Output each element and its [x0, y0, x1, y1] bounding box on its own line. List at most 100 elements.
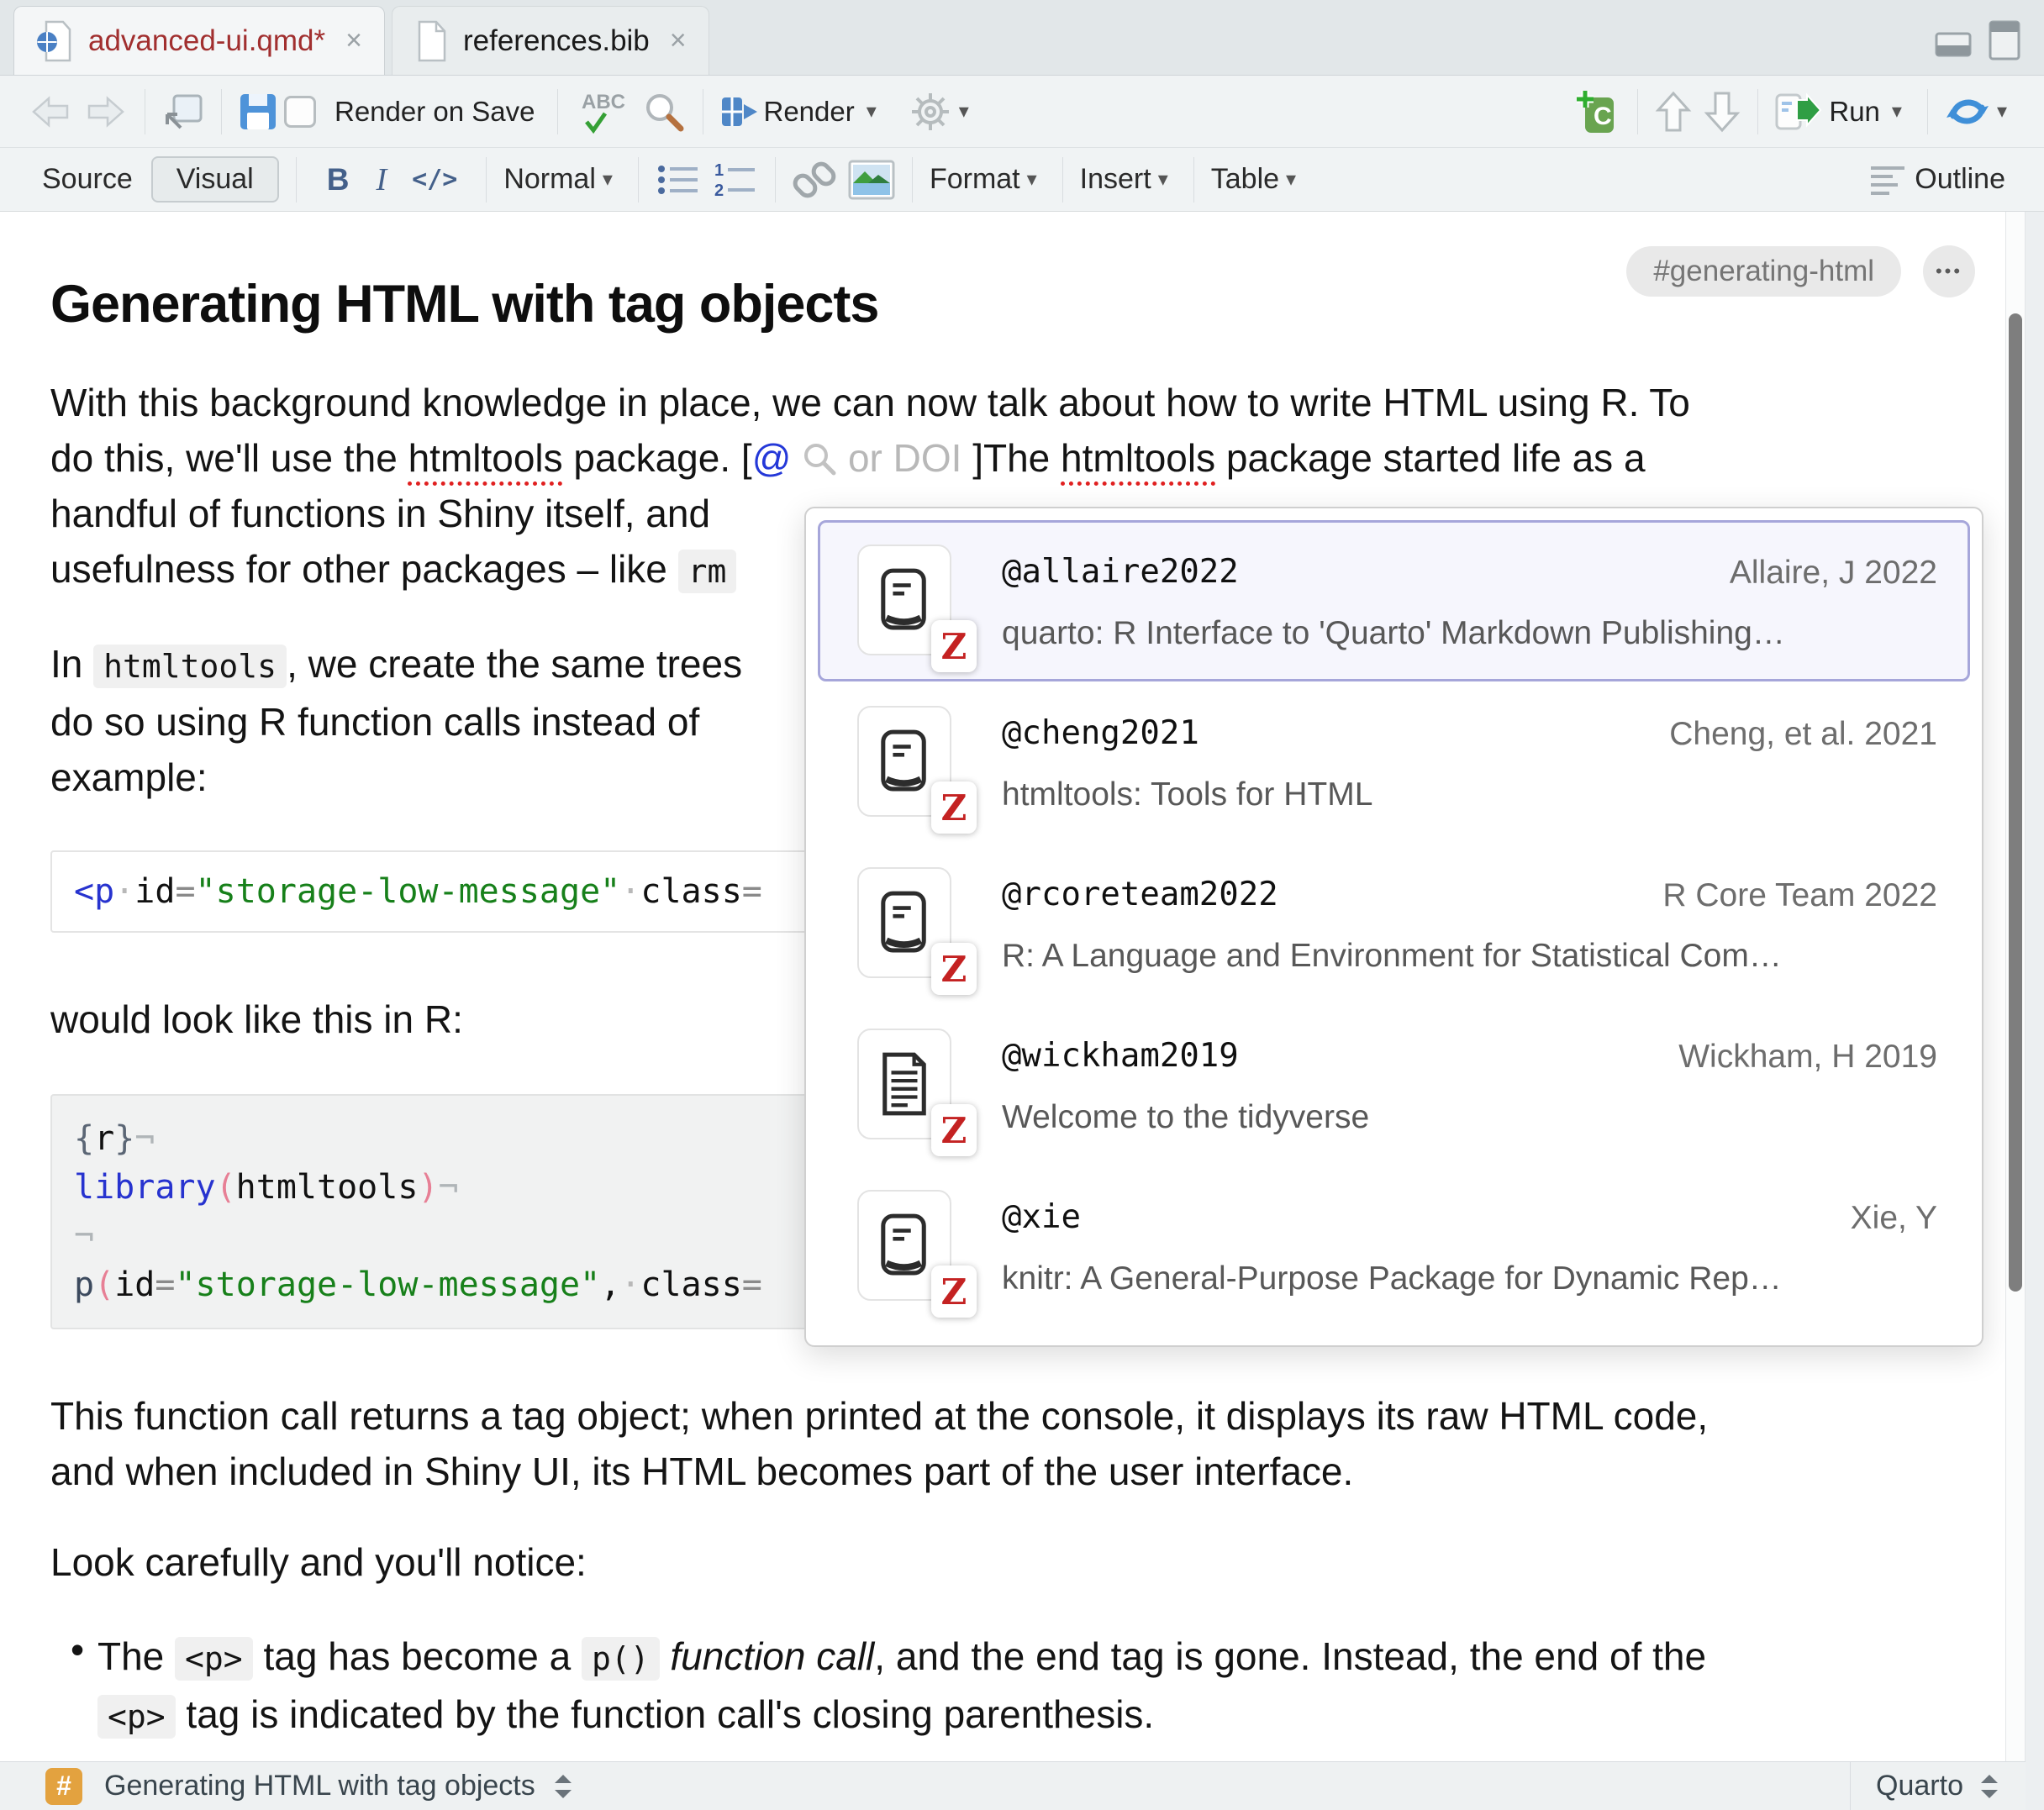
- svg-text:C: C: [1594, 103, 1612, 130]
- text-run: do this, we'll use the: [50, 436, 408, 480]
- citation-key: @xie: [1002, 1198, 1081, 1236]
- citation-title: Welcome to the tidyverse: [1002, 1099, 1369, 1136]
- text-run: usefulness for other packages – like: [50, 547, 678, 591]
- text-run: [660, 1634, 671, 1678]
- inline-code: htmltools: [93, 645, 287, 688]
- maximize-pane-icon[interactable]: [1989, 20, 2022, 62]
- rerun-icon[interactable]: [1945, 91, 1990, 133]
- open-in-new-window-icon[interactable]: [162, 92, 204, 131]
- minimize-pane-icon[interactable]: [1935, 20, 1975, 62]
- chevron-down-icon[interactable]: ▾: [1997, 99, 2007, 124]
- sort-arrows-icon[interactable]: [552, 1771, 574, 1802]
- main-toolbar: Render on Save ABC Render ▾: [0, 76, 2044, 148]
- source-mode-button[interactable]: Source: [42, 163, 133, 196]
- list-item: The <p> tag has become a p() function ca…: [50, 1628, 2005, 1744]
- svg-text:1: 1: [714, 161, 724, 180]
- zotero-badge: Z: [931, 943, 977, 995]
- scrollbar-thumb[interactable]: [2009, 313, 2022, 1292]
- text-line: <p> tag is indicated by the function cal…: [97, 1686, 2005, 1744]
- separator: [296, 157, 297, 203]
- separator: [486, 157, 487, 203]
- svg-text:ABC: ABC: [582, 91, 625, 113]
- chevron-down-icon[interactable]: ▾: [1027, 167, 1037, 192]
- text-run: package. [: [563, 436, 752, 480]
- document-format-selector[interactable]: Quarto: [1850, 1762, 2026, 1810]
- inline-code: rm: [678, 550, 737, 593]
- back-arrow-icon[interactable]: [29, 93, 72, 130]
- insert-chunk-icon[interactable]: C: [1573, 89, 1620, 134]
- bold-button[interactable]: B: [327, 162, 350, 197]
- visual-mode-button[interactable]: Visual: [151, 156, 279, 203]
- section-menu-button[interactable]: •••: [1923, 245, 1975, 297]
- format-menu[interactable]: Format: [930, 163, 1020, 196]
- insert-menu[interactable]: Insert: [1080, 163, 1151, 196]
- zotero-badge: Z: [931, 781, 977, 834]
- text-run: tag has become a: [253, 1634, 582, 1678]
- citation-item-allaire2022[interactable]: Z @allaire2022 Allaire, J 2022 quarto: R…: [818, 520, 1970, 681]
- citation-title: R: A Language and Environment for Statis…: [1002, 938, 1782, 975]
- inline-code: p(): [582, 1637, 660, 1681]
- chevron-down-icon[interactable]: ▾: [603, 167, 613, 192]
- separator: [557, 89, 558, 134]
- render-on-save-checkbox[interactable]: [284, 96, 316, 128]
- zotero-badge: Z: [931, 1104, 977, 1156]
- separator: [638, 157, 639, 203]
- format-toolbar: Source Visual B I </> Normal ▾ 1 2: [0, 148, 2044, 212]
- link-icon[interactable]: [793, 158, 836, 202]
- forward-arrow-icon[interactable]: [84, 93, 128, 130]
- chevron-down-icon[interactable]: ▾: [867, 99, 877, 124]
- citation-completion-popup: Z @allaire2022 Allaire, J 2022 quarto: R…: [804, 507, 1983, 1347]
- current-section-selector[interactable]: Generating HTML with tag objects: [104, 1770, 535, 1802]
- inline-code: <p>: [97, 1695, 176, 1739]
- paragraph-style-select[interactable]: Normal: [503, 163, 596, 196]
- chevron-down-icon[interactable]: ▾: [1286, 167, 1296, 192]
- text-line: This function call returns a tag object;…: [50, 1388, 2005, 1444]
- gear-icon[interactable]: [909, 90, 952, 134]
- jump-down-icon[interactable]: [1704, 90, 1741, 134]
- chevron-down-icon[interactable]: ▾: [1158, 167, 1168, 192]
- zotero-badge: Z: [931, 620, 977, 672]
- close-icon[interactable]: ×: [670, 24, 687, 57]
- jump-up-icon[interactable]: [1655, 90, 1692, 134]
- numbered-list-icon[interactable]: 1 2: [713, 160, 758, 199]
- citation-item-xie[interactable]: Z @xie Xie, Y knitr: A General-Purpose P…: [818, 1165, 1970, 1327]
- bullet-list-icon[interactable]: [656, 160, 701, 199]
- italic-button[interactable]: I: [376, 161, 387, 198]
- misspelled-word: htmltools: [408, 436, 563, 480]
- separator: [775, 157, 776, 203]
- zotero-badge: Z: [931, 1265, 977, 1318]
- citation-item-rcoreteam2022[interactable]: Z @rcoreteam2022 R Core Team 2022 R: A L…: [818, 843, 1970, 1004]
- editor-tab-bar: advanced-ui.qmd* × references.bib ×: [0, 0, 2044, 76]
- citation-author: Xie, Y: [1851, 1200, 1937, 1237]
- editor-scrollbar[interactable]: [2005, 212, 2026, 1761]
- save-icon[interactable]: [239, 92, 277, 131]
- chevron-down-icon[interactable]: ▾: [1892, 99, 1902, 124]
- tab-label: advanced-ui.qmd*: [88, 24, 325, 58]
- citation-at-cursor[interactable]: @: [752, 436, 792, 480]
- chevron-down-icon[interactable]: ▾: [959, 99, 969, 124]
- citation-author: Cheng, et al. 2021: [1669, 716, 1937, 753]
- separator: [221, 89, 222, 134]
- outline-toggle[interactable]: Outline: [1915, 163, 2005, 196]
- citation-key: @cheng2021: [1002, 714, 1199, 752]
- spellcheck-icon[interactable]: ABC: [575, 88, 630, 135]
- render-button[interactable]: Render: [764, 96, 855, 128]
- sort-arrows-icon: [1978, 1771, 2000, 1802]
- citation-search-icon: [802, 441, 837, 476]
- table-menu[interactable]: Table: [1211, 163, 1279, 196]
- text-line-citation: do this, we'll use the htmltools package…: [50, 430, 2005, 486]
- render-icon: [720, 94, 759, 129]
- tab-references-bib[interactable]: references.bib ×: [392, 6, 709, 75]
- visual-editor-canvas[interactable]: #generating-html ••• Generating HTML wit…: [0, 212, 2005, 1761]
- tab-advanced-ui-qmd[interactable]: advanced-ui.qmd* ×: [13, 6, 385, 75]
- image-icon[interactable]: [848, 160, 895, 200]
- search-icon[interactable]: [642, 90, 686, 134]
- citation-item-cheng2021[interactable]: Z @cheng2021 Cheng, et al. 2021 htmltool…: [818, 681, 1970, 843]
- paragraph-tag-object: This function call returns a tag object;…: [50, 1388, 2005, 1499]
- run-button[interactable]: Run: [1829, 96, 1880, 128]
- citation-author: R Core Team 2022: [1662, 877, 1937, 914]
- close-icon[interactable]: ×: [345, 24, 362, 57]
- citation-item-wickham2019[interactable]: Z @wickham2019 Wickham, H 2019 Welcome t…: [818, 1004, 1970, 1165]
- code-button[interactable]: </>: [412, 165, 457, 194]
- citation-key: @rcoreteam2022: [1002, 876, 1278, 913]
